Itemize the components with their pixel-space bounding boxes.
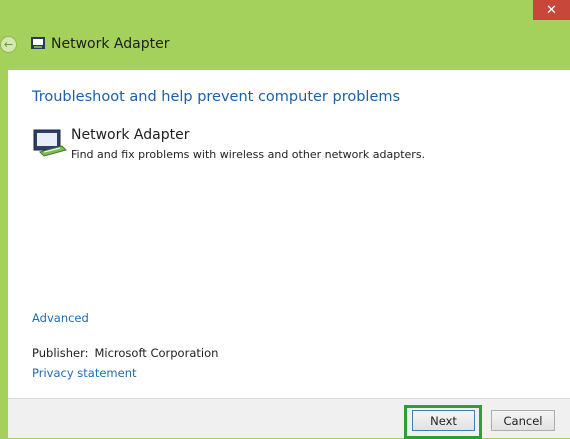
publisher-row: Publisher: Microsoft Corporation	[32, 346, 218, 360]
network-adapter-small-icon	[31, 37, 45, 49]
advanced-link[interactable]: Advanced	[32, 311, 89, 325]
cancel-button[interactable]: Cancel	[491, 410, 555, 431]
troubleshooter-title[interactable]: Network Adapter	[71, 127, 189, 143]
network-adapter-icon[interactable]	[32, 128, 68, 158]
window-title: Network Adapter	[51, 36, 170, 52]
title-bar: ← Network Adapter	[0, 0, 570, 70]
publisher-value: Microsoft Corporation	[94, 346, 219, 360]
privacy-statement-link[interactable]: Privacy statement	[32, 366, 137, 380]
footer-bar: Next Cancel	[8, 398, 570, 439]
main-content: Troubleshoot and help prevent computer p…	[8, 70, 570, 398]
page-heading: Troubleshoot and help prevent computer p…	[32, 89, 401, 105]
back-arrow-icon: ←	[3, 38, 14, 51]
publisher-label: Publisher:	[32, 346, 89, 360]
troubleshooter-description: Find and fix problems with wireless and …	[71, 148, 426, 161]
next-button[interactable]: Next	[412, 410, 475, 431]
back-button[interactable]: ←	[0, 36, 17, 53]
